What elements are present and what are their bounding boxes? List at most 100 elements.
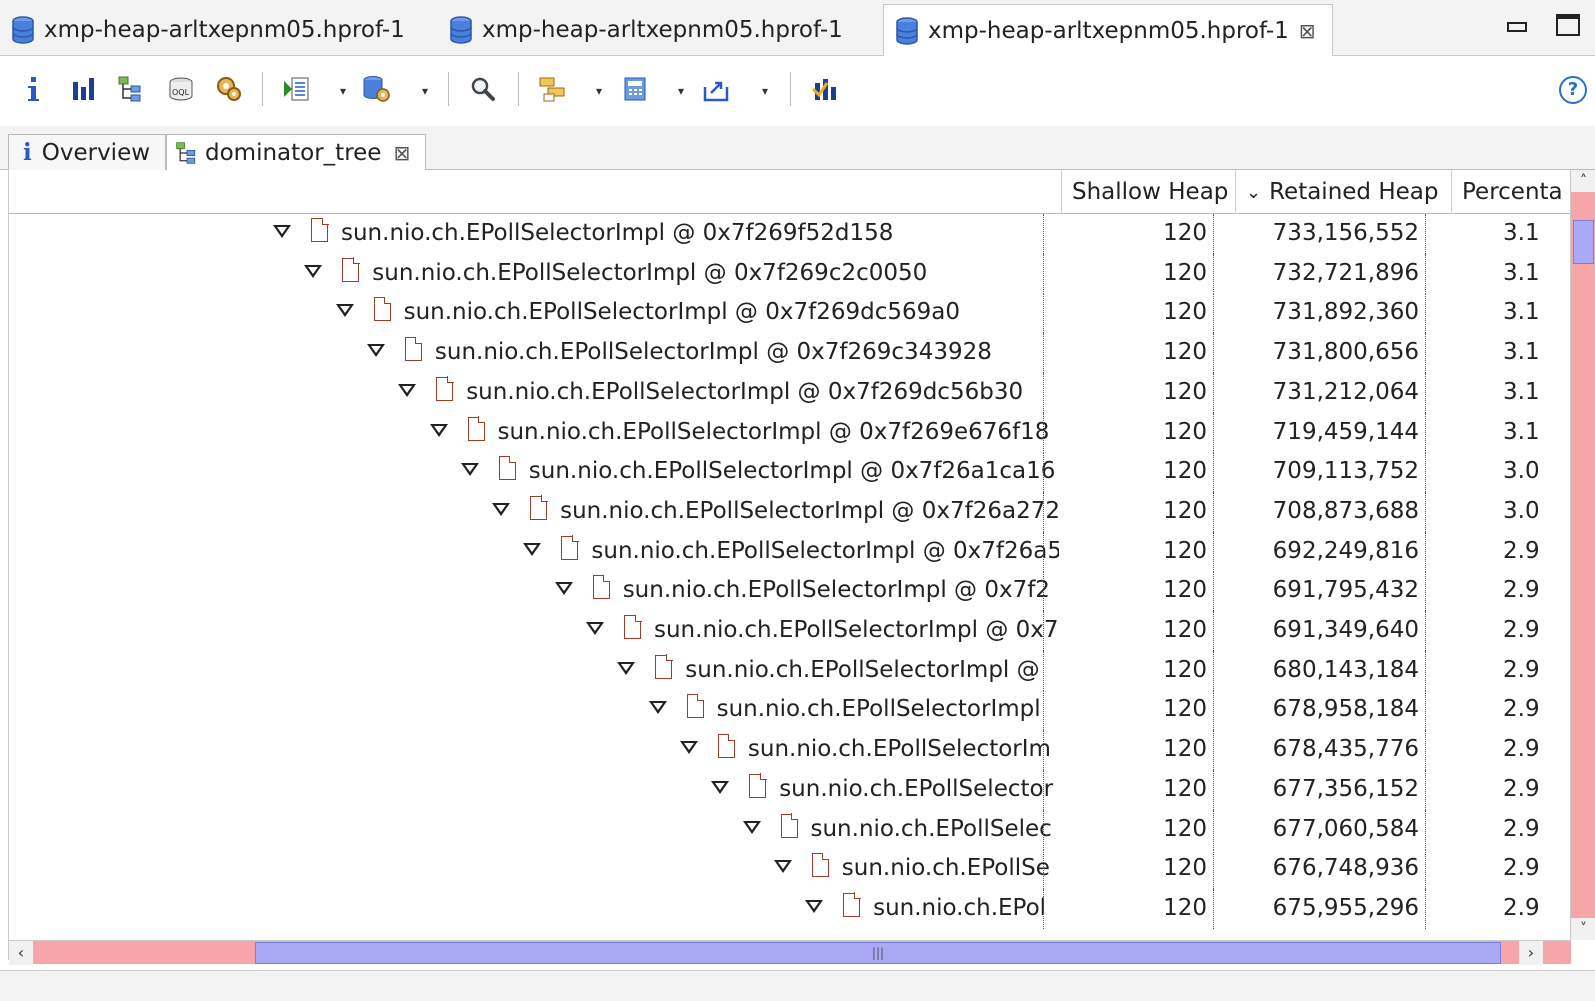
scroll-down-icon[interactable]: ˅ <box>1571 918 1595 940</box>
expand-toggle-icon[interactable] <box>429 423 448 438</box>
editor-tab-1[interactable]: xmp-heap-arltxepnm05.hprof-1 <box>0 4 405 56</box>
oql-icon[interactable]: OQL <box>166 74 196 104</box>
column-header-retained-heap[interactable]: ⌄ Retained Heap <box>1235 170 1451 214</box>
table-row[interactable]: sun.nio.ch.EPollSelectorImpl @ 0x7f269c2… <box>9 253 1571 294</box>
table-row[interactable]: sun.nio.ch.EPollSelectorImpl @ 0x7f26a1c… <box>9 452 1571 493</box>
group-by-icon[interactable] <box>538 74 568 104</box>
expand-toggle-icon[interactable] <box>742 820 761 835</box>
object-icon <box>592 574 611 600</box>
expand-toggle-icon[interactable] <box>366 344 385 358</box>
object-label: sun.nio.ch.EPollSelectorImpl @ 0x7f269f5… <box>341 220 894 246</box>
dominator-tree-icon[interactable] <box>116 74 146 104</box>
expand-toggle-icon[interactable] <box>679 741 698 755</box>
tree-cell: sun.nio.ch.EPollSelectorIm <box>9 730 1059 770</box>
scroll-up-icon[interactable]: ˄ <box>1571 170 1595 192</box>
chevron-down-icon[interactable]: ▾ <box>758 85 772 97</box>
expand-toggle-icon[interactable] <box>773 860 792 874</box>
retained-heap-value: 676,748,936 <box>1272 855 1419 882</box>
help-button[interactable]: ? <box>1559 76 1587 104</box>
tab-dominator-tree[interactable]: dominator_tree ⊠ <box>166 134 426 171</box>
table-body: sun.nio.ch.EPollSelectorImpl @ 0x7f269f5… <box>9 214 1571 935</box>
table-row[interactable]: sun.nio.ch.EPollSelectorImpl @ 0x7f269dc… <box>9 293 1571 334</box>
table-row[interactable]: sun.nio.ch.EPollSelector 120 677,356,152 2.… <box>9 769 1571 810</box>
chevron-down-icon[interactable]: ▾ <box>674 85 688 97</box>
table-row[interactable]: sun.nio.ch.EPollSelectorImpl @ 0x7f269c3… <box>9 333 1571 374</box>
minimize-button[interactable] <box>1505 14 1529 36</box>
tree-cell: sun.nio.ch.EPollSelectorImpl @ 0x7f269dc… <box>9 373 1059 413</box>
column-header-percentage[interactable]: Percenta <box>1451 170 1571 214</box>
column-header-shallow-heap[interactable]: Shallow Heap <box>1061 170 1235 214</box>
table-row[interactable]: sun.nio.ch.EPollSelectorIm 120 678,435,776… <box>9 730 1571 771</box>
table-row[interactable]: sun.nio.ch.EPol 120 675,955,296 2.9 <box>9 888 1571 929</box>
column-header-class-name[interactable] <box>9 170 1061 214</box>
calculate-retained-icon[interactable] <box>620 74 650 104</box>
expand-toggle-icon[interactable] <box>617 661 636 676</box>
percentage-value: 2.9 <box>1503 775 1540 802</box>
retained-heap-value: 732,721,896 <box>1272 259 1419 286</box>
tree-cell: sun.nio.ch.EPollSelectorImpl @ 0x7f269c2… <box>9 254 1059 294</box>
run-report-icon[interactable] <box>282 74 312 104</box>
vertical-scrollbar[interactable]: ˄ ˅ <box>1570 170 1595 940</box>
expand-toggle-icon[interactable] <box>492 502 511 517</box>
retained-heap-value: 680,143,184 <box>1272 656 1419 683</box>
horizontal-scrollbar[interactable]: ‹ ||| › <box>9 940 1571 965</box>
object-label: sun.nio.ch.EPollSelectorImpl @ 0x7f26a1c… <box>528 458 1056 485</box>
expand-toggle-icon[interactable] <box>554 582 573 596</box>
table-row[interactable]: sun.nio.ch.EPollSelec 120 677,060,584 2.9 <box>9 809 1571 850</box>
histogram-icon[interactable] <box>68 74 98 104</box>
table-row[interactable]: sun.nio.ch.EPollSelectorImpl 120 678,958,1… <box>9 690 1571 731</box>
close-icon[interactable]: ⊠ <box>1299 19 1316 43</box>
expand-toggle-icon[interactable] <box>586 622 604 636</box>
table-row[interactable]: sun.nio.ch.EPollSelectorImpl @ 0x7f269dc… <box>9 372 1571 413</box>
expand-toggle-icon[interactable] <box>335 304 354 318</box>
percentage-value: 3.0 <box>1503 458 1540 485</box>
heap-dump-queries-icon[interactable] <box>362 74 392 104</box>
chevron-down-icon[interactable]: ▾ <box>418 85 432 97</box>
object-icon <box>780 813 798 838</box>
expand-toggle-icon[interactable] <box>398 383 417 398</box>
table-row[interactable]: sun.nio.ch.EPollSe 120 676,748,936 2.9 <box>9 849 1571 890</box>
editor-tab-3-active[interactable]: xmp-heap-arltxepnm05.hprof-1 ⊠ <box>883 4 1333 57</box>
table-row[interactable]: sun.nio.ch.EPollSelectorImpl @ 0x7f26a5 1… <box>9 531 1571 572</box>
export-icon[interactable] <box>702 74 732 104</box>
info-icon[interactable] <box>18 74 48 104</box>
retained-heap-value: 678,958,184 <box>1272 696 1419 723</box>
close-icon[interactable]: ⊠ <box>393 141 410 165</box>
thread-overview-icon[interactable] <box>214 74 244 104</box>
expand-toggle-icon[interactable] <box>523 542 542 557</box>
object-label: sun.nio.ch.EPollSelectorIm <box>747 736 1051 763</box>
table-row[interactable]: sun.nio.ch.EPollSelectorImpl @ 0x7 120 691… <box>9 611 1571 651</box>
editor-tab-2[interactable]: xmp-heap-arltxepnm05.hprof-1 <box>438 4 843 56</box>
table-row[interactable]: sun.nio.ch.EPollSelectorImpl @ 0x7f269f5… <box>9 214 1571 254</box>
query-browser-icon[interactable] <box>810 74 840 104</box>
chevron-down-icon[interactable]: ▾ <box>592 85 606 97</box>
expand-toggle-icon[interactable] <box>805 899 824 914</box>
tab-label: Overview <box>41 139 151 166</box>
table-row[interactable]: sun.nio.ch.EPollSelectorImpl @ 120 680,143… <box>9 650 1571 691</box>
expand-toggle-icon[interactable] <box>711 780 730 795</box>
horizontal-scroll-thumb[interactable]: ||| <box>255 942 1501 964</box>
scroll-right-icon[interactable]: › <box>1519 941 1543 965</box>
maximize-button[interactable] <box>1556 14 1580 36</box>
percentage-value: 3.1 <box>1503 418 1540 445</box>
expand-toggle-icon[interactable] <box>304 264 323 279</box>
expand-toggle-icon[interactable] <box>460 463 479 477</box>
object-icon <box>717 733 736 759</box>
tree-cell: sun.nio.ch.EPollSelectorImpl @ 0x7f269e6… <box>9 413 1059 453</box>
table-row[interactable]: sun.nio.ch.EPollSelectorImpl @ 0x7f2 120 6… <box>9 571 1571 612</box>
view-tab-strip: i Overview dominator_tree ⊠ <box>0 126 1595 171</box>
expand-toggle-icon[interactable] <box>273 225 291 239</box>
expand-toggle-icon[interactable] <box>648 701 667 715</box>
sort-descending-icon: ⌄ <box>1246 181 1262 203</box>
table-row[interactable]: sun.nio.ch.EPollSelectorImpl @ 0x7f26a27… <box>9 491 1571 532</box>
search-icon[interactable] <box>468 74 498 104</box>
percentage-value: 2.9 <box>1503 696 1540 723</box>
tab-overview[interactable]: i Overview <box>8 134 166 170</box>
chevron-down-icon[interactable]: ▾ <box>336 85 350 97</box>
table-row[interactable]: sun.nio.ch.EPollSelectorImpl @ 0x7f269e6… <box>9 412 1571 453</box>
shallow-heap-value: 120 <box>1163 656 1207 683</box>
tree-cell: sun.nio.ch.EPollSelectorImpl @ 0x7f26a1c… <box>9 452 1059 492</box>
tree-cell: sun.nio.ch.EPollSelectorImpl @ 0x7f269c3… <box>9 333 1059 373</box>
scroll-left-icon[interactable]: ‹ <box>9 941 33 965</box>
vertical-scroll-thumb[interactable] <box>1573 220 1594 264</box>
